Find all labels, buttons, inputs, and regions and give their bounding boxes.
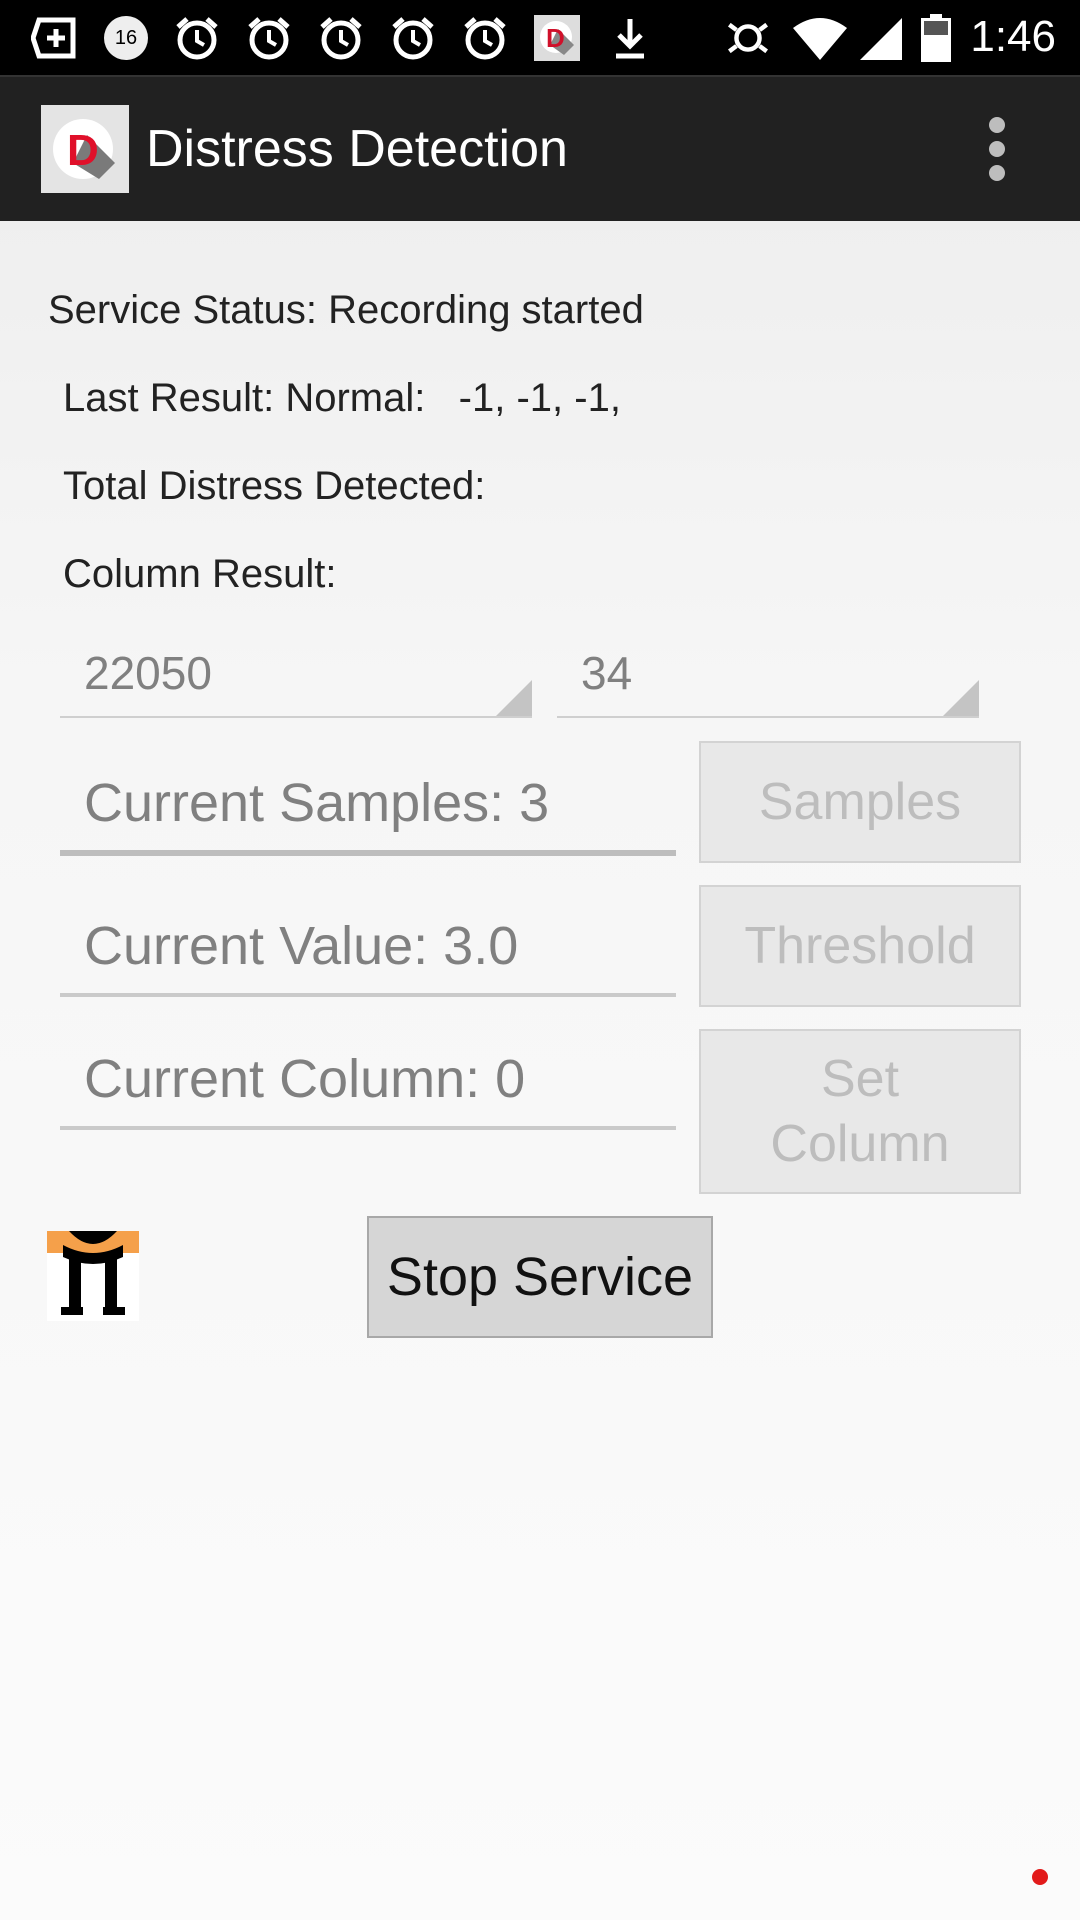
app-logo: D: [41, 105, 129, 193]
alarm-icon: [245, 14, 293, 62]
svg-text:D: D: [546, 23, 565, 53]
alarm-icon: [317, 14, 365, 62]
last-result-text: Last Result: Normal: -1, -1, -1,: [63, 376, 621, 420]
current-column-hint: Current Column: 0: [84, 1049, 526, 1109]
current-value-hint: Current Value: 3.0: [84, 916, 519, 976]
alarm-icon: [389, 14, 437, 62]
dropdown-arrow-icon: [496, 680, 532, 716]
dropdown-arrow-icon: [943, 680, 979, 716]
add-box-icon: [30, 14, 78, 62]
battery-icon: [914, 14, 958, 62]
overflow-menu-icon[interactable]: [975, 113, 1019, 185]
count-spinner[interactable]: 34: [557, 636, 979, 718]
current-column-field[interactable]: Current Column: 0: [60, 1036, 676, 1130]
recording-indicator-dot: [1032, 1869, 1048, 1885]
current-samples-hint: Current Samples: 3: [84, 773, 550, 833]
service-status-text: Service Status: Recording started: [48, 288, 644, 332]
status-bar: 16 D 1:46: [0, 0, 1080, 75]
app-title: Distress Detection: [146, 120, 568, 178]
stop-service-button[interactable]: Stop Service: [367, 1216, 713, 1338]
current-value-field[interactable]: Current Value: 3.0: [60, 903, 676, 997]
alarm-icon: [173, 14, 221, 62]
badge-count: 16: [114, 27, 138, 49]
column-result-text: Column Result:: [63, 552, 337, 596]
clock: 1:46: [970, 12, 1056, 61]
badge-icon: 16: [102, 14, 150, 62]
distress-app-notification-icon: D: [533, 14, 581, 62]
sample-rate-spinner[interactable]: 22050: [60, 636, 532, 718]
wifi-icon: [790, 14, 850, 62]
download-icon: [606, 14, 654, 62]
count-value: 34: [581, 647, 633, 699]
set-column-label-line2: Column: [770, 1114, 950, 1173]
set-column-label-line1: Set: [820, 1050, 900, 1109]
threshold-button[interactable]: Threshold: [699, 885, 1021, 1007]
svg-text:D: D: [67, 126, 99, 175]
total-distress-text: Total Distress Detected:: [63, 464, 486, 508]
alarm-icon: [461, 14, 509, 62]
cell-signal-icon: [856, 14, 904, 62]
set-column-button[interactable]: Set Column: [699, 1029, 1021, 1194]
mascot-image: [47, 1231, 139, 1321]
samples-button[interactable]: Samples: [699, 741, 1021, 863]
vibrate-icon: [724, 14, 772, 62]
current-samples-field[interactable]: Current Samples: 3: [60, 760, 676, 856]
sample-rate-value: 22050: [84, 647, 212, 699]
action-bar: D Distress Detection: [0, 75, 1080, 221]
